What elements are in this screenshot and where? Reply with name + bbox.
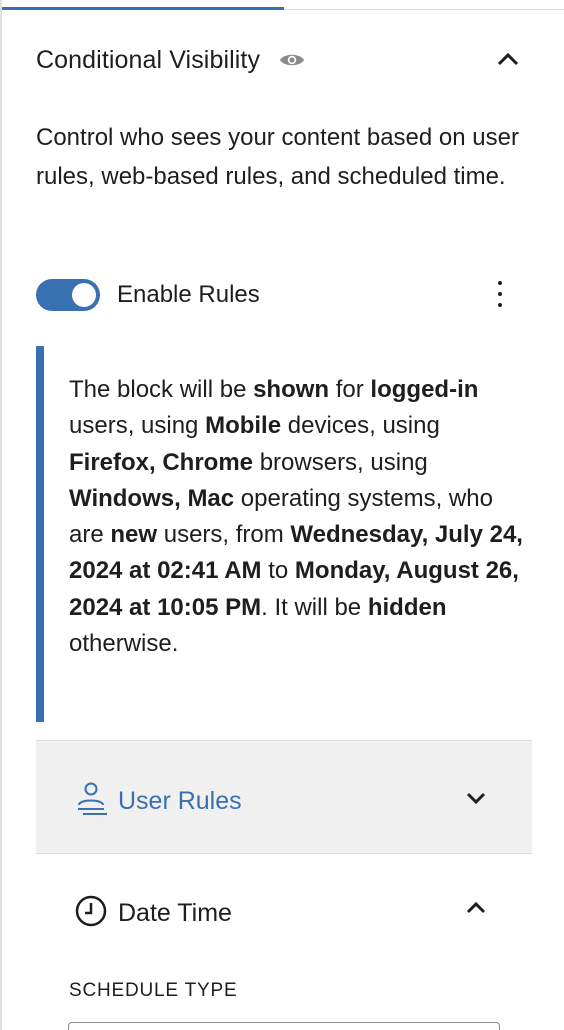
active-tab-indicator	[2, 7, 284, 10]
date-time-header: Date Time	[74, 894, 232, 933]
summary-segment: new	[110, 521, 158, 549]
summary-segment: . It will be	[261, 593, 368, 621]
user-icon	[74, 781, 108, 822]
date-time-section[interactable]: Date Time	[36, 880, 532, 940]
clock-icon	[74, 894, 108, 933]
rules-summary-text: The block will be shown for logged-in us…	[69, 372, 528, 662]
chevron-up-icon[interactable]	[464, 898, 488, 918]
panel-left-border	[0, 0, 2, 1030]
rules-summary: The block will be shown for logged-in us…	[36, 346, 528, 722]
chevron-up-icon[interactable]	[494, 48, 522, 72]
summary-segment: browsers, using	[253, 448, 428, 476]
summary-segment: users, from	[157, 521, 291, 549]
summary-segment: shown	[253, 376, 330, 403]
user-rules-section[interactable]: User Rules	[36, 740, 532, 854]
enable-rules-toggle[interactable]	[36, 279, 100, 311]
conditional-visibility-header[interactable]: Conditional Visibility	[36, 40, 528, 80]
date-time-label: Date Time	[118, 899, 232, 927]
summary-segment: for	[329, 376, 371, 403]
summary-segment: Mobile	[205, 412, 282, 440]
panel-title: Conditional Visibility	[36, 45, 261, 74]
user-rules-header: User Rules	[74, 781, 242, 822]
summary-segment: otherwise.	[69, 630, 179, 658]
summary-segment: devices, using	[281, 412, 440, 440]
eye-icon	[278, 50, 306, 70]
schedule-type-label: SCHEDULE TYPE	[69, 980, 238, 1001]
summary-segment: logged-in	[370, 376, 479, 403]
enable-rules-row: Enable Rules	[36, 274, 528, 316]
more-options-icon[interactable]	[492, 278, 508, 310]
summary-segment: Windows, Mac	[69, 484, 235, 512]
schedule-type-select[interactable]	[68, 1022, 500, 1030]
summary-segment: users, using	[69, 412, 206, 440]
chevron-down-icon[interactable]	[464, 788, 488, 808]
summary-segment: The block will be	[69, 376, 254, 403]
panel-description: Control who sees your content based on u…	[36, 124, 519, 190]
summary-segment: to	[261, 557, 295, 585]
summary-segment: hidden	[367, 593, 447, 621]
toggle-knob	[72, 283, 96, 307]
user-rules-label: User Rules	[118, 787, 242, 815]
enable-rules-label: Enable Rules	[117, 281, 260, 308]
summary-segment: Firefox, Chrome	[69, 448, 254, 476]
